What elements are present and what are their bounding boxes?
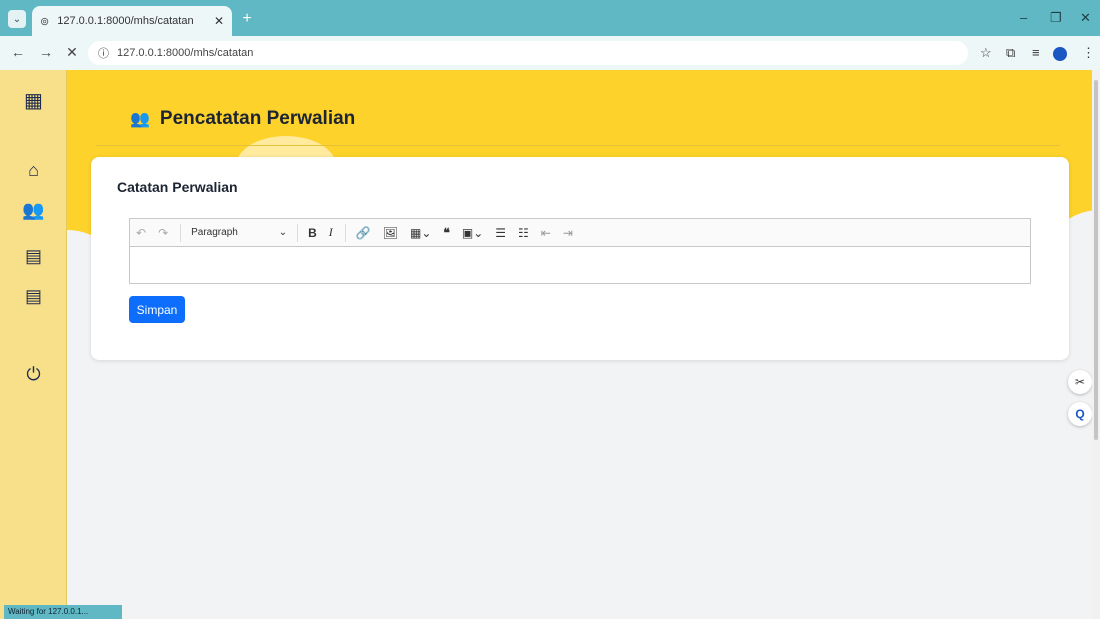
- scrollbar-thumb[interactable]: [1094, 80, 1098, 440]
- browser-tab-active[interactable]: ⊚ 127.0.0.1:8000/mhs/catatan ✕: [32, 6, 232, 36]
- status-bar: Waiting for 127.0.0.1...: [4, 605, 122, 619]
- scissors-tool-icon[interactable]: ✂: [1068, 370, 1092, 394]
- rich-text-editor: ↶ ↷ Paragraph ⌄ B I 🔗 🖼 ▦⌄ ❝ ▣⌄ ☰ ☷ ⇤ ⇥: [129, 218, 1031, 284]
- reading-list-icon[interactable]: ≡: [1032, 45, 1040, 60]
- outdent-icon[interactable]: ⇤: [541, 226, 551, 240]
- editor-content-area[interactable]: [130, 247, 1030, 283]
- window-close-icon[interactable]: ✕: [1080, 10, 1091, 26]
- tab-search-button[interactable]: ⌄: [8, 10, 26, 28]
- notes-card: Catatan Perwalian ↶ ↷ Paragraph ⌄ B I 🔗 …: [91, 157, 1069, 360]
- stop-loading-icon[interactable]: ✕: [62, 44, 82, 61]
- forward-icon[interactable]: →: [36, 44, 56, 60]
- bookmark-star-icon[interactable]: ☆: [980, 45, 992, 61]
- assistant-q-icon[interactable]: Q: [1068, 402, 1092, 426]
- undo-icon[interactable]: ↶: [136, 226, 146, 240]
- loading-favicon-icon: ⊚: [40, 15, 50, 28]
- logout-power-icon[interactable]: ⏻: [0, 364, 67, 385]
- link-icon[interactable]: 🔗: [356, 226, 371, 240]
- indent-icon[interactable]: ⇥: [563, 226, 573, 240]
- editor-toolbar: ↶ ↷ Paragraph ⌄ B I 🔗 🖼 ▦⌄ ❝ ▣⌄ ☰ ☷ ⇤ ⇥: [130, 219, 1030, 247]
- site-info-icon[interactable]: ⓘ: [98, 45, 109, 61]
- page-viewport: ▦ ⌂ 👥 ▤ ▤ ⏻ 👥 Pencatatan Perwalian Catat…: [0, 70, 1100, 619]
- italic-icon[interactable]: I: [329, 225, 333, 240]
- image-upload-icon[interactable]: 🖼: [383, 226, 398, 240]
- redo-icon[interactable]: ↷: [158, 226, 168, 240]
- card-title: Catatan Perwalian: [117, 179, 238, 195]
- blockquote-icon[interactable]: ❝: [443, 226, 449, 240]
- back-icon[interactable]: ←: [8, 44, 28, 60]
- sidebar-item-list-2-icon[interactable]: ▤: [0, 286, 67, 307]
- address-toolbar: ← → ✕ ⓘ 127.0.0.1:8000/mhs/catatan ☆ ⧉ ≡…: [0, 36, 1100, 70]
- title-divider: [96, 145, 1060, 146]
- new-tab-icon[interactable]: +: [238, 10, 256, 28]
- url-input[interactable]: ⓘ 127.0.0.1:8000/mhs/catatan: [88, 41, 968, 65]
- save-button[interactable]: Simpan: [129, 296, 185, 323]
- browser-menu-icon[interactable]: ⋮: [1082, 45, 1095, 61]
- restore-icon[interactable]: ❐: [1050, 10, 1062, 26]
- tab-title: 127.0.0.1:8000/mhs/catatan: [57, 15, 194, 27]
- url-text: 127.0.0.1:8000/mhs/catatan: [117, 47, 254, 59]
- extensions-icon[interactable]: ⧉: [1006, 45, 1015, 61]
- sidebar-item-home-icon[interactable]: ⌂: [0, 160, 67, 181]
- minimize-icon[interactable]: –: [1020, 10, 1027, 25]
- chevron-down-icon: ⌄: [278, 227, 288, 238]
- bold-icon[interactable]: B: [308, 226, 317, 240]
- table-icon[interactable]: ▦⌄: [410, 226, 431, 240]
- numbered-list-icon[interactable]: ☷: [518, 226, 529, 240]
- tab-close-icon[interactable]: ✕: [214, 14, 224, 28]
- page-title-text: Pencatatan Perwalian: [159, 108, 356, 129]
- browser-tab-strip: ⌄ ⊚ 127.0.0.1:8000/mhs/catatan ✕ + – ❐ ✕: [0, 0, 1100, 36]
- toolbar-separator: [297, 223, 299, 242]
- users-icon: 👥: [130, 111, 150, 128]
- sidebar-item-list-icon[interactable]: ▤: [0, 246, 67, 267]
- heading-dropdown-value: Paragraph: [191, 227, 238, 238]
- apps-grid-icon[interactable]: ▦: [0, 88, 67, 113]
- profile-avatar[interactable]: [1053, 47, 1067, 61]
- heading-dropdown[interactable]: Paragraph ⌄: [191, 227, 287, 238]
- bulleted-list-icon[interactable]: ☰: [495, 226, 506, 240]
- toolbar-separator: [180, 223, 182, 242]
- sidebar: ▦ ⌂ 👥 ▤ ▤ ⏻: [0, 70, 67, 619]
- media-embed-icon[interactable]: ▣⌄: [462, 226, 483, 240]
- page-title: 👥 Pencatatan Perwalian: [130, 108, 355, 130]
- toolbar-separator: [344, 223, 346, 242]
- sidebar-item-users-icon[interactable]: 👥: [0, 200, 67, 221]
